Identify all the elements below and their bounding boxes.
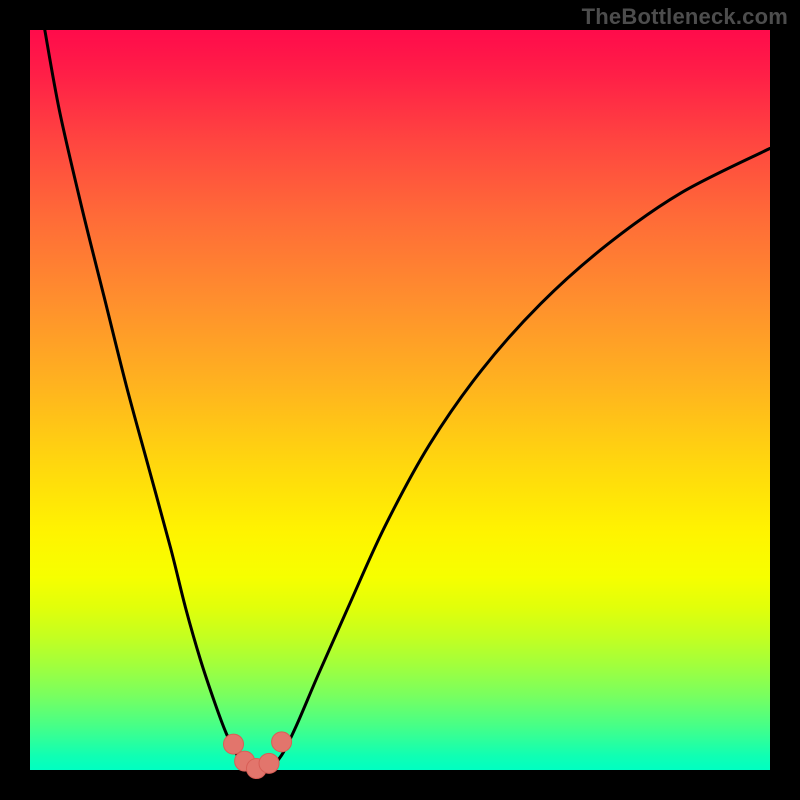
- trough-marker: [259, 753, 279, 773]
- plot-area: [30, 30, 770, 770]
- bottleneck-curve: [30, 30, 770, 770]
- chart-frame: TheBottleneck.com: [0, 0, 800, 800]
- trough-marker: [224, 734, 244, 754]
- bottleneck-path: [45, 30, 770, 770]
- watermark-text: TheBottleneck.com: [582, 4, 788, 30]
- trough-marker: [272, 732, 292, 752]
